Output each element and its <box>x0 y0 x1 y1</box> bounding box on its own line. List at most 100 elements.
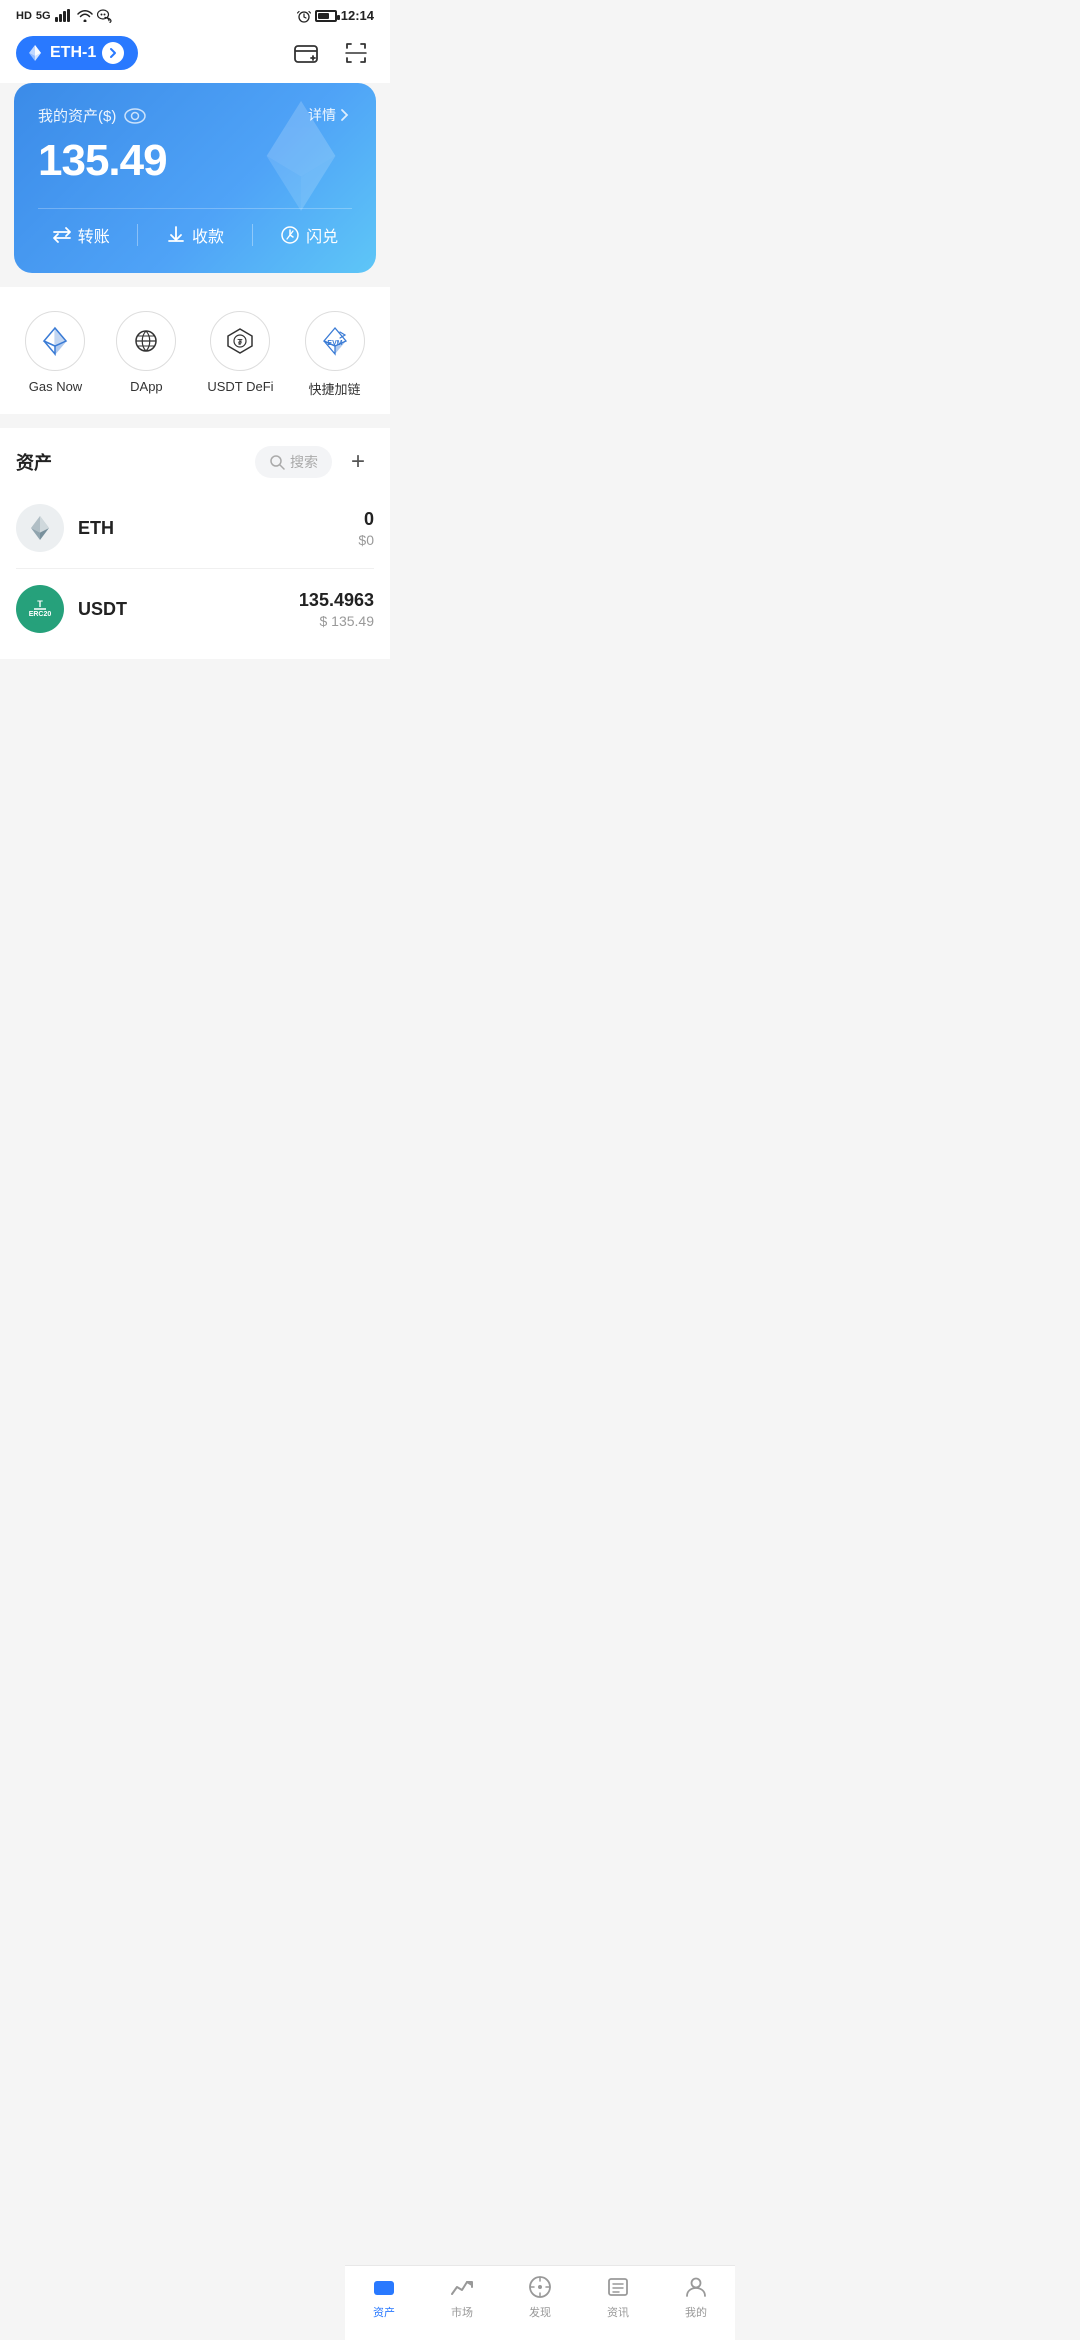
tab-market-label: 市场 <box>451 2304 473 2320</box>
scan-button[interactable] <box>338 35 374 71</box>
asset-item-usdt[interactable]: T ERC20 USDT 135.4963 $ 135.49 <box>16 569 374 649</box>
tab-market-icon <box>449 2274 475 2300</box>
tab-market[interactable]: 市场 <box>432 2274 492 2320</box>
tab-news-label: 资讯 <box>607 2304 629 2320</box>
eth-usd: $0 <box>358 532 374 548</box>
tab-discover-label: 发现 <box>529 2304 551 2320</box>
eye-icon[interactable] <box>124 108 146 124</box>
ethereum-logo <box>26 514 54 542</box>
add-icon: + <box>351 450 365 474</box>
asset-label-row: 我的资产($) <box>38 105 146 126</box>
dapp-label: DApp <box>130 379 163 394</box>
search-icon <box>269 454 285 470</box>
asset-label-text: 我的资产($) <box>38 105 116 126</box>
wallet-add-icon <box>292 39 320 67</box>
hd-indicator: HD <box>16 10 32 22</box>
flash-button[interactable]: 闪兑 <box>280 223 338 247</box>
battery-icon <box>315 10 337 22</box>
eth-logo-small <box>26 44 44 62</box>
dapp-icon-circle <box>116 311 176 371</box>
status-bar: HD 5G <box>0 0 390 27</box>
signal-icon <box>55 9 73 22</box>
tab-mine-label: 我的 <box>685 2304 707 2320</box>
svg-text:ERC20: ERC20 <box>29 611 52 618</box>
tab-news-icon <box>605 2274 631 2300</box>
chain-icon-circle: EVM <box>305 311 365 371</box>
search-button[interactable]: 搜索 <box>255 446 332 478</box>
eth-name: ETH <box>78 518 358 539</box>
svg-text:T: T <box>37 599 43 609</box>
flash-icon <box>280 225 300 245</box>
tab-assets-icon <box>371 2274 397 2300</box>
tab-mine-icon <box>683 2274 709 2300</box>
wechat-icon <box>97 9 113 23</box>
status-left: HD 5G <box>16 9 113 23</box>
assets-title: 资产 <box>16 449 52 475</box>
tab-mine[interactable]: 我的 <box>666 2274 726 2320</box>
time-display: 12:14 <box>341 8 374 23</box>
network-indicator: 5G <box>36 10 51 22</box>
receive-icon <box>166 225 186 245</box>
divider-2 <box>252 224 253 246</box>
alarm-icon <box>297 9 311 23</box>
tab-assets[interactable]: 资产 <box>354 2274 414 2320</box>
quick-chain-label: 快捷加链 <box>308 379 360 398</box>
assets-controls: 搜索 + <box>255 446 374 478</box>
add-asset-button[interactable]: + <box>342 446 374 478</box>
defi-icon-circle: ₮ <box>210 311 270 371</box>
network-arrow <box>102 42 124 64</box>
transfer-button[interactable]: 转账 <box>52 223 110 247</box>
usdt-name: USDT <box>78 599 299 620</box>
scan-icon <box>342 39 370 67</box>
eth-watermark <box>246 101 356 216</box>
asset-card: 我的资产($) 详情 135.49 <box>14 83 376 273</box>
wifi-icon <box>77 10 93 22</box>
asset-list: ETH 0 $0 T ERC20 USDT <box>16 488 374 659</box>
assets-header: 资产 搜索 + <box>16 428 374 488</box>
tab-assets-label: 资产 <box>373 2304 395 2320</box>
flash-label: 闪兑 <box>306 223 338 247</box>
eth-info: ETH <box>78 518 358 539</box>
tab-bar: 资产 市场 发现 <box>345 2265 735 2340</box>
status-right: 12:14 <box>297 8 374 23</box>
usdt-usd: $ 135.49 <box>299 613 374 629</box>
svg-text:₮: ₮ <box>238 338 243 347</box>
tab-discover[interactable]: 发现 <box>510 2274 570 2320</box>
tab-news[interactable]: 资讯 <box>588 2274 648 2320</box>
transfer-label: 转账 <box>78 223 110 247</box>
assets-section: 资产 搜索 + <box>0 428 390 659</box>
eth-icon <box>16 504 64 552</box>
network-badge[interactable]: ETH-1 <box>16 36 138 70</box>
usdt-logo: T ERC20 <box>24 593 56 625</box>
svg-text:EVM: EVM <box>327 340 342 347</box>
quick-nav-chain[interactable]: EVM 快捷加链 <box>305 311 365 398</box>
card-actions: 转账 收款 闪兑 <box>38 208 352 263</box>
gas-now-icon <box>40 326 70 356</box>
quick-nav: Gas Now DApp ₮ U <box>0 287 390 414</box>
receive-label: 收款 <box>192 223 224 247</box>
app-header: ETH-1 <box>0 27 390 83</box>
quick-nav-dapp[interactable]: DApp <box>116 311 176 398</box>
receive-button[interactable]: 收款 <box>166 223 224 247</box>
usdt-values: 135.4963 $ 135.49 <box>299 590 374 629</box>
tab-discover-icon <box>527 2274 553 2300</box>
usdt-amount: 135.4963 <box>299 590 374 611</box>
eth-values: 0 $0 <box>358 509 374 548</box>
usdt-defi-label: USDT DeFi <box>207 379 273 394</box>
transfer-icon <box>52 225 72 245</box>
gas-icon-circle <box>25 311 85 371</box>
quick-nav-defi[interactable]: ₮ USDT DeFi <box>207 311 273 398</box>
usdt-info: USDT <box>78 599 299 620</box>
divider-1 <box>137 224 138 246</box>
dapp-icon <box>131 326 161 356</box>
network-label: ETH-1 <box>50 44 96 62</box>
quick-chain-icon: EVM <box>320 326 350 356</box>
gas-now-label: Gas Now <box>29 379 82 394</box>
asset-item-eth[interactable]: ETH 0 $0 <box>16 488 374 569</box>
usdt-defi-icon: ₮ <box>225 326 255 356</box>
eth-amount: 0 <box>358 509 374 530</box>
quick-nav-gas[interactable]: Gas Now <box>25 311 85 398</box>
search-placeholder: 搜索 <box>290 452 318 472</box>
usdt-icon: T ERC20 <box>16 585 64 633</box>
wallet-button[interactable] <box>288 35 324 71</box>
